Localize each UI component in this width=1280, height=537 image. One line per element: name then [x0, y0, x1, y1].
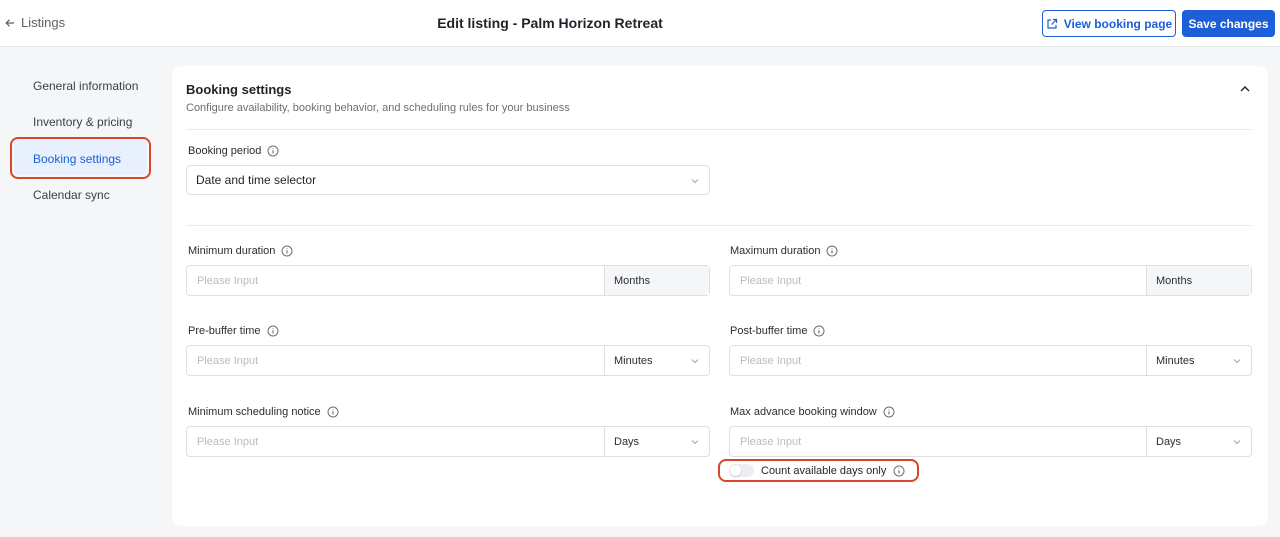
post-buffer-field: Minutes — [729, 345, 1252, 376]
divider — [186, 129, 1252, 130]
min-notice-label: Minimum scheduling notice — [188, 406, 339, 418]
arrow-left-icon — [5, 18, 14, 27]
chevron-down-icon — [691, 359, 699, 364]
card-subtitle: Configure availability, booking behavior… — [186, 102, 570, 114]
chevron-down-icon — [691, 440, 699, 445]
min-notice-unit-select[interactable]: Days — [604, 427, 709, 456]
info-icon[interactable] — [281, 245, 293, 257]
back-label: Listings — [21, 15, 66, 30]
divider — [186, 225, 1252, 226]
view-booking-page-button[interactable]: View booking page — [1042, 10, 1176, 37]
info-icon[interactable] — [327, 406, 339, 418]
top-header: Listings Edit listing - Palm Horizon Ret… — [0, 0, 1280, 47]
minimum-duration-label: Minimum duration — [188, 245, 293, 257]
save-changes-button[interactable]: Save changes — [1182, 10, 1275, 37]
info-icon[interactable] — [826, 245, 838, 257]
chevron-down-icon — [1233, 359, 1241, 364]
count-available-days-row: Count available days only — [718, 459, 919, 482]
chevron-up-icon[interactable] — [1238, 82, 1252, 96]
sidebar-item-booking-settings[interactable]: Booking settings — [33, 152, 121, 166]
info-icon[interactable] — [883, 406, 895, 418]
maximum-duration-label: Maximum duration — [730, 245, 838, 257]
sidebar-item-inventory-pricing[interactable]: Inventory & pricing — [33, 115, 132, 129]
sidebar-item-general-information[interactable]: General information — [33, 79, 138, 93]
max-window-field: Days — [729, 426, 1252, 457]
maximum-duration-unit: Months — [1146, 266, 1251, 295]
post-buffer-label: Post-buffer time — [730, 325, 825, 337]
count-available-days-toggle[interactable] — [729, 464, 754, 477]
booking-period-select[interactable]: Date and time selector — [186, 165, 710, 195]
booking-period-label: Booking period — [188, 145, 279, 157]
page-title: Edit listing - Palm Horizon Retreat — [437, 15, 663, 31]
chevron-down-icon — [1233, 440, 1241, 445]
booking-settings-card — [172, 66, 1268, 526]
chevron-down-icon — [691, 179, 699, 184]
info-icon[interactable] — [813, 325, 825, 337]
minimum-duration-unit: Months — [604, 266, 709, 295]
sidebar-item-calendar-sync[interactable]: Calendar sync — [33, 188, 110, 202]
booking-period-value: Date and time selector — [196, 173, 317, 187]
pre-buffer-input[interactable] — [187, 346, 604, 375]
max-window-input[interactable] — [730, 427, 1146, 456]
minimum-duration-input[interactable] — [187, 266, 604, 295]
minimum-duration-field: Months — [186, 265, 710, 296]
maximum-duration-input[interactable] — [730, 266, 1146, 295]
pre-buffer-unit-select[interactable]: Minutes — [604, 346, 709, 375]
info-icon[interactable] — [893, 465, 905, 477]
min-notice-input[interactable] — [187, 427, 604, 456]
count-available-days-label: Count available days only — [761, 464, 887, 477]
max-window-label: Max advance booking window — [730, 406, 895, 418]
pre-buffer-field: Minutes — [186, 345, 710, 376]
min-notice-field: Days — [186, 426, 710, 457]
post-buffer-unit-select[interactable]: Minutes — [1146, 346, 1251, 375]
maximum-duration-field: Months — [729, 265, 1252, 296]
info-icon[interactable] — [267, 325, 279, 337]
post-buffer-input[interactable] — [730, 346, 1146, 375]
external-link-icon — [1047, 18, 1057, 29]
info-icon[interactable] — [267, 145, 279, 157]
view-booking-label: View booking page — [1063, 16, 1173, 31]
max-window-unit-select[interactable]: Days — [1146, 427, 1251, 456]
back-to-listings-link[interactable]: Listings — [5, 15, 65, 30]
card-title: Booking settings — [186, 82, 292, 97]
pre-buffer-label: Pre-buffer time — [188, 325, 279, 337]
